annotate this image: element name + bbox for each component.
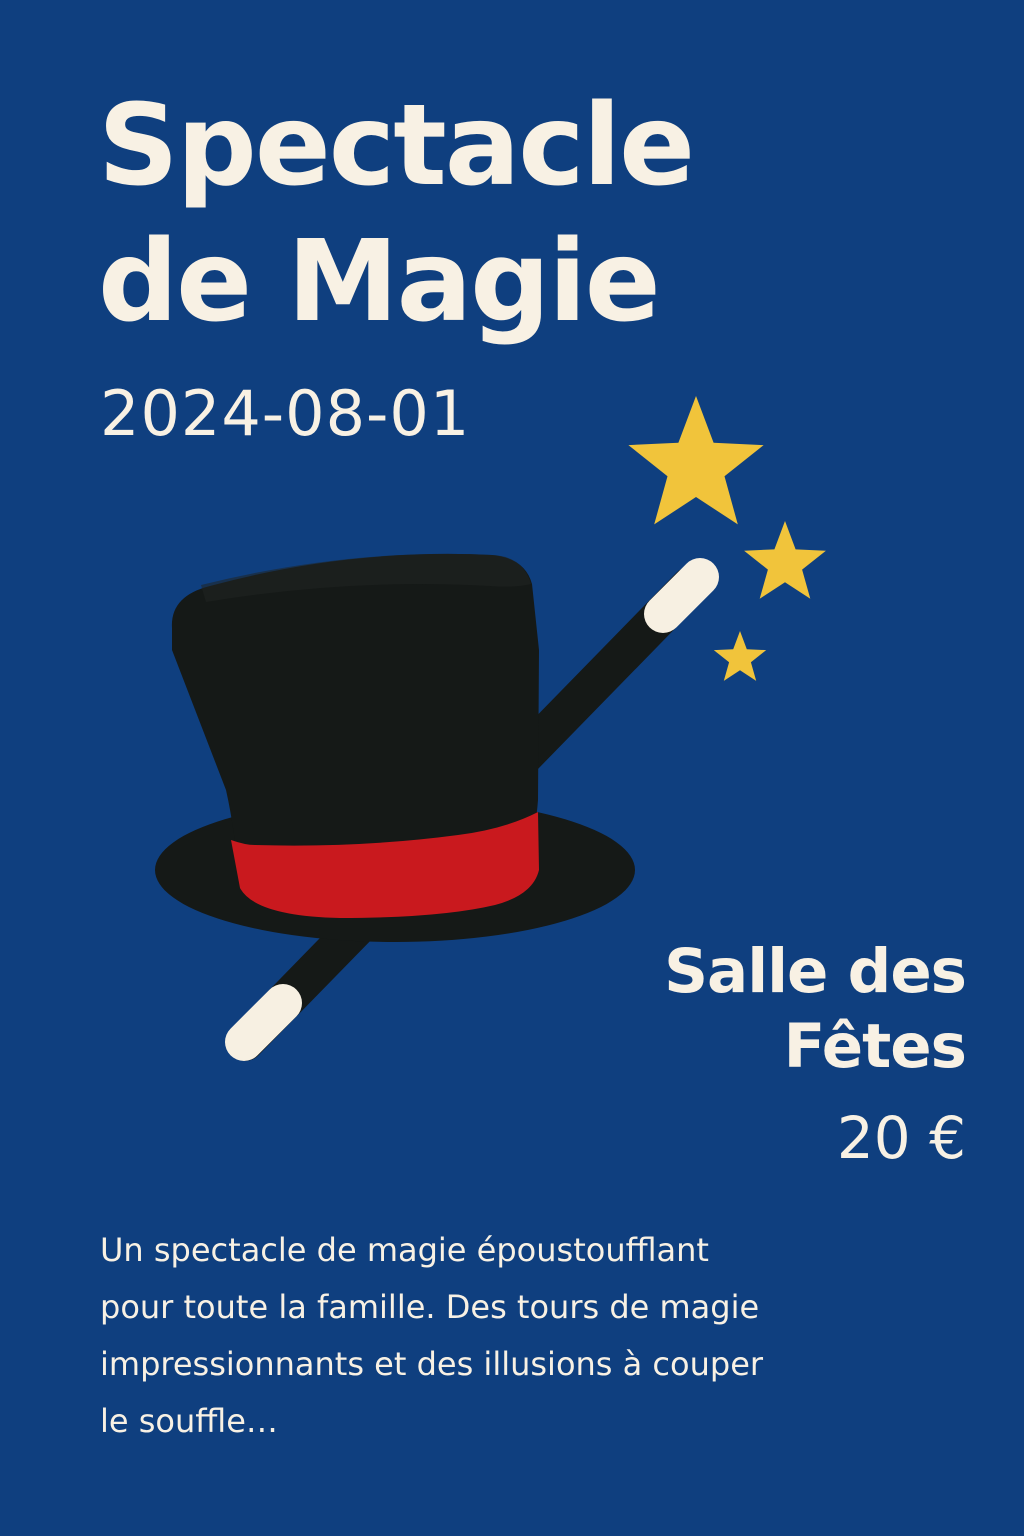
event-venue: Salle des Fêtes: [536, 934, 967, 1084]
venue-line-1: Salle des: [664, 936, 967, 1007]
medium-star-icon: [744, 521, 826, 599]
description-line-2: pour toute la famille. Des tours de magi…: [100, 1288, 760, 1326]
large-star-icon: [628, 396, 764, 525]
top-hat-icon: [155, 553, 635, 942]
ticket-price: 20 €: [836, 1104, 966, 1172]
description-line-1: Un spectacle de magie époustoufflant: [100, 1231, 709, 1269]
magic-wand-top-tip: [644, 558, 719, 633]
description-line-4: le souffle…: [100, 1402, 278, 1440]
event-description: Un spectacle de magie époustoufflant pou…: [100, 1222, 930, 1450]
description-line-3: impressionnants et des illusions à coupe…: [100, 1345, 764, 1383]
venue-line-2: Fêtes: [783, 1011, 967, 1082]
small-star-icon: [713, 631, 767, 681]
event-poster: Spectacle de Magie 2024-08-01 Salle des …: [0, 0, 1024, 1536]
